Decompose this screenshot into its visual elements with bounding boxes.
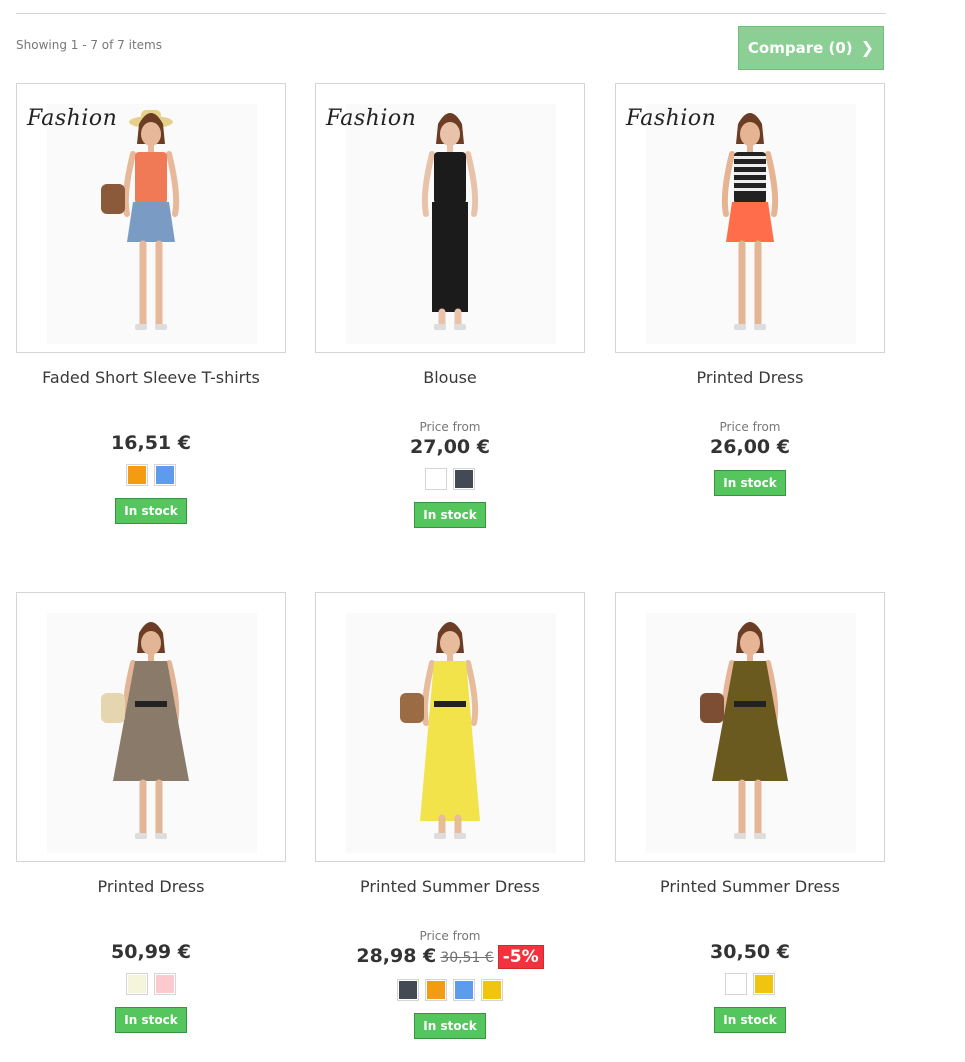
color-swatch[interactable] xyxy=(154,973,176,995)
brand-logo: Fashion xyxy=(626,106,717,131)
price-from-label: Price from xyxy=(719,420,781,434)
product-card: Fashion Blouse Price from 27,00 € In stock xyxy=(315,83,585,528)
product-image[interactable] xyxy=(315,592,585,862)
color-swatch[interactable] xyxy=(126,464,148,486)
price-block: Price from 26,00 € xyxy=(615,420,885,458)
in-stock-badge: In stock xyxy=(414,1013,486,1039)
product-name-link[interactable]: Printed Dress xyxy=(16,877,286,897)
chevron-right-icon: ❯ xyxy=(860,38,875,57)
brand-logo: Fashion xyxy=(326,106,417,131)
color-swatch[interactable] xyxy=(397,979,419,1001)
current-price: 26,00 € xyxy=(710,436,790,458)
color-swatch[interactable] xyxy=(453,468,475,490)
color-swatches xyxy=(16,464,286,486)
product-image[interactable] xyxy=(615,592,885,862)
product-price: 30,50 € xyxy=(615,941,885,963)
product-price: 16,51 € xyxy=(16,432,286,454)
old-price: 30,51 € xyxy=(440,950,494,966)
product-price: 50,99 € xyxy=(16,941,286,963)
product-card: Fashion Printed Dress Price from 26,00 € In … xyxy=(615,83,885,496)
product-card: Printed Summer Dress Price from 28,98 €30,… xyxy=(315,592,585,1039)
product-price: 27,00 € xyxy=(315,436,585,458)
product-price: 26,00 € xyxy=(615,436,885,458)
product-count: Showing 1 - 7 of 7 items xyxy=(16,38,162,52)
price-block: Price from 27,00 € xyxy=(315,420,585,458)
color-swatches xyxy=(315,468,585,490)
product-name-link[interactable]: Faded Short Sleeve T-shirts xyxy=(16,368,286,388)
product-name-link[interactable]: Printed Summer Dress xyxy=(315,877,585,897)
color-swatches xyxy=(16,973,286,995)
current-price: 30,50 € xyxy=(710,941,790,963)
in-stock-badge: In stock xyxy=(115,498,187,524)
current-price: 27,00 € xyxy=(410,436,490,458)
product-image[interactable]: Fashion xyxy=(16,83,286,353)
price-block: 16,51 € xyxy=(16,432,286,454)
color-swatch[interactable] xyxy=(126,973,148,995)
color-swatch[interactable] xyxy=(725,973,747,995)
price-block: 30,50 € xyxy=(615,941,885,963)
color-swatch[interactable] xyxy=(481,979,503,1001)
price-block: Price from 28,98 €30,51 € -5% xyxy=(315,929,585,969)
product-card: Printed Summer Dress 30,50 € In stock xyxy=(615,592,885,1033)
price-from-label: Price from xyxy=(419,929,481,943)
product-image[interactable] xyxy=(16,592,286,862)
product-price: 28,98 €30,51 € -5% xyxy=(315,945,585,969)
price-from-label: Price from xyxy=(419,420,481,434)
product-name-link[interactable]: Printed Summer Dress xyxy=(615,877,885,897)
product-image[interactable]: Fashion xyxy=(615,83,885,353)
compare-button[interactable]: Compare (0) ❯ xyxy=(738,26,884,70)
current-price: 50,99 € xyxy=(111,941,191,963)
brand-logo: Fashion xyxy=(27,106,118,131)
in-stock-badge: In stock xyxy=(714,470,786,496)
color-swatches xyxy=(615,973,885,995)
top-divider xyxy=(16,13,886,14)
color-swatch[interactable] xyxy=(425,468,447,490)
color-swatch[interactable] xyxy=(753,973,775,995)
color-swatch[interactable] xyxy=(154,464,176,486)
color-swatch[interactable] xyxy=(453,979,475,1001)
product-name-link[interactable]: Printed Dress xyxy=(615,368,885,388)
discount-badge: -5% xyxy=(497,945,544,969)
current-price: 16,51 € xyxy=(111,432,191,454)
in-stock-badge: In stock xyxy=(414,502,486,528)
price-block: 50,99 € xyxy=(16,941,286,963)
product-card: Printed Dress 50,99 € In stock xyxy=(16,592,286,1033)
current-price: 28,98 € xyxy=(356,945,437,967)
product-image[interactable]: Fashion xyxy=(315,83,585,353)
in-stock-badge: In stock xyxy=(115,1007,187,1033)
color-swatch[interactable] xyxy=(425,979,447,1001)
compare-label: Compare (0) xyxy=(747,39,853,57)
in-stock-badge: In stock xyxy=(714,1007,786,1033)
product-card: Fashion Faded Short Sleeve T-shirts 16,51 … xyxy=(16,83,286,524)
color-swatches xyxy=(315,979,585,1001)
product-name-link[interactable]: Blouse xyxy=(315,368,585,388)
